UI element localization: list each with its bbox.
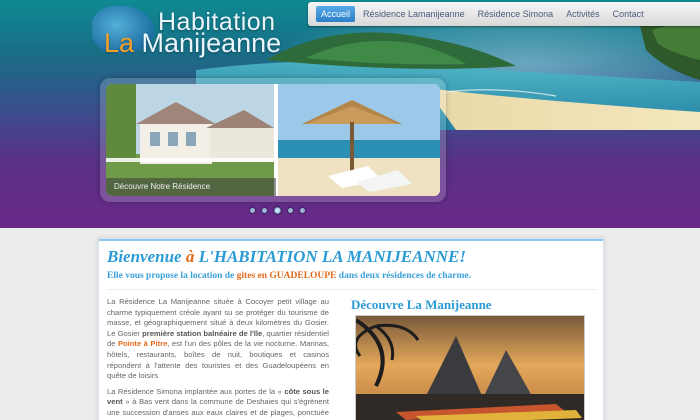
divider <box>107 289 597 290</box>
welcome-heading-pre: Bienvenue <box>107 247 186 266</box>
panel-top-border <box>99 239 603 241</box>
slider-dot-2[interactable] <box>262 208 267 213</box>
nav-item-residence-simona[interactable]: Résidence Simona <box>473 6 559 22</box>
para2-text-a: La Résidence Simona implantée aux portes… <box>107 386 285 396</box>
sunset-pitons-image <box>356 316 584 420</box>
nav-item-residence-lamanijeanne[interactable]: Résidence Lamanijeanne <box>358 6 470 22</box>
discover-heading: Découvre La Manijeanne <box>351 297 492 312</box>
logo-manijeanne: Manijeanne <box>134 28 282 58</box>
logo-line2: La Manijeanne <box>104 28 281 59</box>
slider-dot-1[interactable] <box>250 208 255 213</box>
nav-item-accueil[interactable]: Accueil <box>316 6 356 22</box>
header-banner: Habitation La Manijeanne Accueil Résiden… <box>0 0 700 228</box>
welcome-heading-post: L'HABITATION LA MANIJEANNE! <box>194 247 466 266</box>
slide-caption[interactable]: Découvre Notre Résidence <box>106 178 276 196</box>
para1-bold: première station balnéaire de l'île <box>142 328 263 338</box>
slider-dot-4[interactable] <box>288 208 293 213</box>
para2-text-c: » à Bas vent dans la commune de Deshaies… <box>107 397 329 420</box>
tagline-post: dans deux résidences de charme. <box>336 271 471 281</box>
image-slider[interactable]: Découvre Notre Résidence <box>100 78 446 202</box>
paragraph-residence-simona: La Résidence Simona implantée aux portes… <box>107 387 329 420</box>
nav-item-activites[interactable]: Activités <box>561 6 605 22</box>
nav-item-contact[interactable]: Contact <box>608 6 649 22</box>
discover-photo[interactable] <box>355 315 585 420</box>
welcome-tagline: Elle vous propose la location de gites e… <box>107 271 471 281</box>
slider-pagination <box>250 207 305 214</box>
paragraph-residence-manijeanne: La Résidence La Manijeanne située à Coco… <box>107 297 329 382</box>
welcome-heading: Bienvenue à L'HABITATION LA MANIJEANNE! <box>107 247 466 267</box>
slider-frame: Découvre Notre Résidence <box>106 84 440 196</box>
tagline-link-gites[interactable]: gites en GUADELOUPE <box>237 271 337 281</box>
site-logo[interactable]: Habitation La Manijeanne <box>92 4 281 60</box>
link-pointe-a-pitre[interactable]: Pointe à Pitre <box>118 339 167 348</box>
slider-dot-5[interactable] <box>300 208 305 213</box>
tagline-pre: Elle vous propose la location de <box>107 271 237 281</box>
intro-text: La Résidence La Manijeanne située à Coco… <box>107 297 329 420</box>
welcome-panel: Bienvenue à L'HABITATION LA MANIJEANNE! … <box>98 238 604 420</box>
main-navigation: Accueil Résidence Lamanijeanne Résidence… <box>308 2 700 26</box>
logo-la: La <box>104 28 135 58</box>
slider-dot-3[interactable] <box>274 207 281 214</box>
